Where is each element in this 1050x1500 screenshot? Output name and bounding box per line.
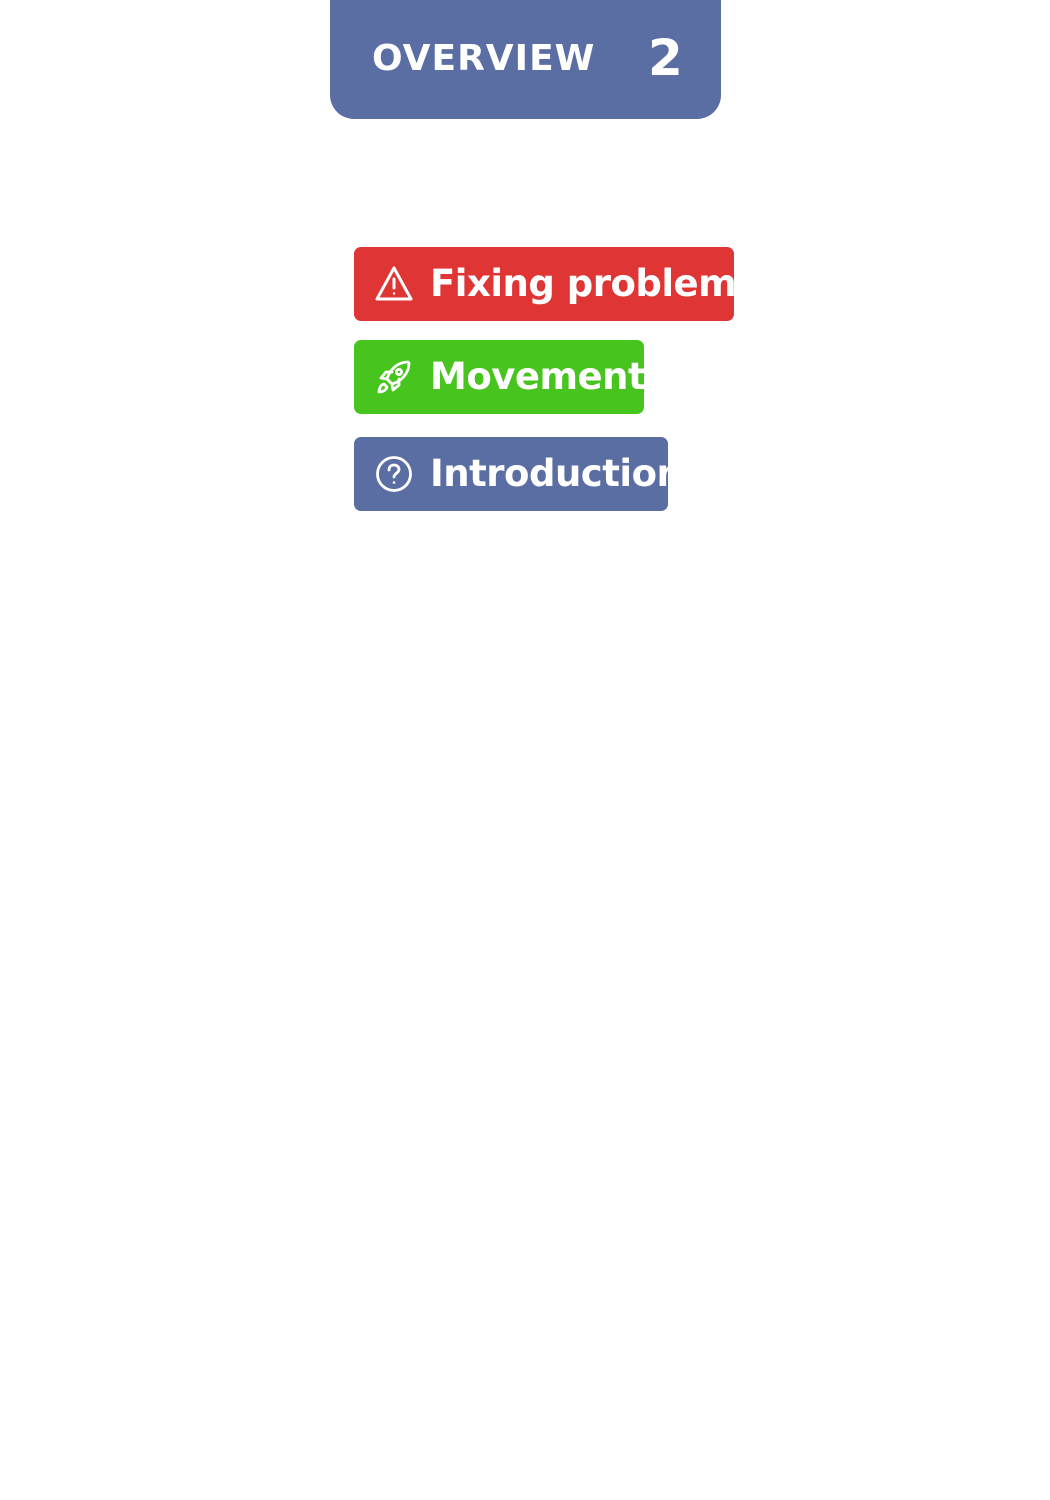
tag-introduction[interactable]: Introduction [354,437,683,511]
header-title: OVERVIEW [372,38,596,79]
question-circle-icon [374,454,414,494]
tag-label: Movement [430,355,646,398]
tag-movement[interactable]: Movement [354,340,646,414]
tag-label: Fixing problems [430,262,758,305]
warning-triangle-icon [374,264,414,304]
overview-header: OVERVIEW 2 [330,0,721,119]
tag-fixing-problems[interactable]: Fixing problems [354,247,758,321]
tag-label: Introduction [430,452,683,495]
rocket-icon [374,357,414,397]
header-number: 2 [648,29,683,87]
